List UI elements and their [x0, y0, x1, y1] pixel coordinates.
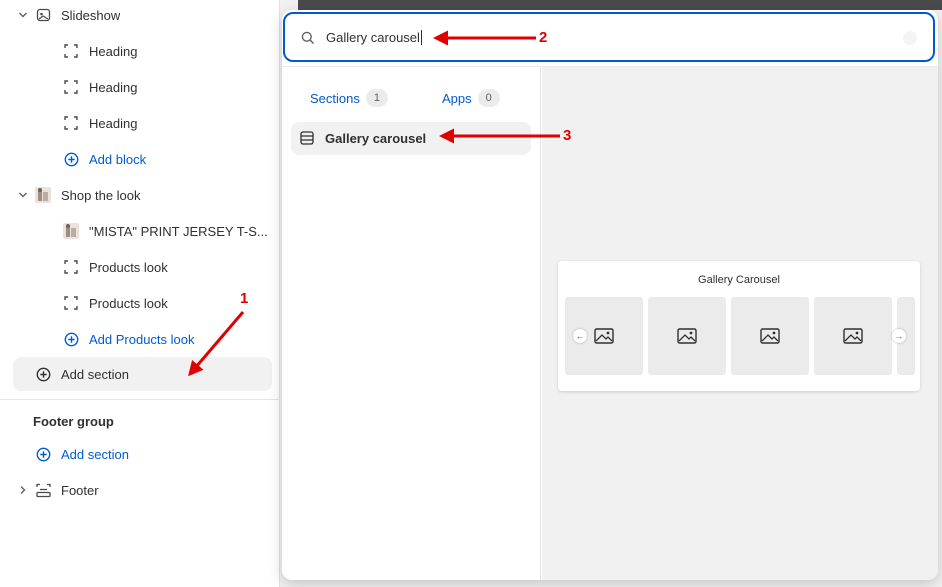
carousel-prev-icon: ←	[573, 329, 587, 343]
carousel-slide	[648, 297, 726, 375]
tab-apps[interactable]: Apps 0	[442, 89, 500, 107]
sidebar-item-label: Products look	[89, 295, 168, 311]
image-thumbnail	[63, 223, 79, 239]
count-badge: 1	[365, 89, 388, 107]
image-placeholder-icon	[677, 328, 697, 344]
image-placeholder-icon	[843, 328, 863, 344]
carousel-next-icon: →	[892, 329, 906, 343]
preview-frame-top	[298, 0, 942, 10]
sidebar-item-label: Footer	[61, 482, 99, 498]
sidebar-item-slideshow[interactable]: Slideshow	[0, 0, 280, 33]
footer-layout-icon	[35, 482, 51, 498]
add-products-look-button[interactable]: Add Products look	[0, 321, 280, 357]
sidebar-item-heading[interactable]: Heading	[0, 69, 280, 105]
count-badge: 0	[477, 89, 500, 107]
sidebar-item-footer[interactable]: Footer	[0, 472, 280, 508]
sidebar-item-products-look[interactable]: Products look	[0, 285, 280, 321]
carousel-slide	[731, 297, 809, 375]
add-block-button[interactable]: Add block	[0, 141, 280, 177]
section-preview: Gallery Carousel ← →	[542, 66, 938, 580]
sidebar-item-products-look[interactable]: Products look	[0, 249, 280, 285]
clear-search-icon[interactable]	[903, 31, 917, 45]
plus-circle-icon	[35, 366, 51, 382]
sidebar-item-label: Heading	[89, 43, 138, 59]
sidebar-item-label: "MISTA" PRINT JERSEY T-S...	[89, 223, 268, 239]
sidebar-item-label: Slideshow	[61, 7, 121, 23]
add-section-button[interactable]: Add section	[13, 357, 272, 391]
sidebar-item-shop-the-look[interactable]: Shop the look	[0, 177, 280, 213]
image-placeholder-icon	[594, 328, 614, 344]
sidebar-item-heading[interactable]: Heading	[0, 33, 280, 69]
search-input[interactable]: Gallery carousel	[326, 30, 422, 45]
image-placeholder-icon	[760, 328, 780, 344]
block-icon	[63, 295, 79, 311]
add-section-popover: Gallery carousel Sections 1 Apps 0 Galle…	[282, 10, 938, 580]
plus-circle-icon	[63, 151, 79, 167]
carousel-slide	[814, 297, 892, 375]
chevron-down-icon[interactable]	[16, 8, 30, 22]
result-item-gallery-carousel[interactable]: Gallery carousel	[291, 122, 531, 155]
sidebar-item-heading[interactable]: Heading	[0, 105, 280, 141]
chevron-right-icon[interactable]	[16, 483, 30, 497]
add-products-look-label: Add Products look	[89, 331, 195, 347]
search-field[interactable]: Gallery carousel	[283, 12, 935, 62]
plus-circle-icon	[35, 446, 51, 462]
footer-add-section-button[interactable]: Add section	[0, 436, 280, 472]
block-icon	[63, 79, 79, 95]
search-value: Gallery carousel	[326, 30, 420, 45]
add-block-label: Add block	[89, 151, 147, 167]
sidebar-item-label: Heading	[89, 79, 138, 95]
annotation-number-2: 2	[539, 29, 548, 46]
preview-title: Gallery Carousel	[698, 274, 780, 286]
result-label: Gallery carousel	[325, 131, 427, 146]
preview-card: Gallery Carousel ← →	[558, 261, 920, 391]
results-panel: Sections 1 Apps 0 Gallery carousel	[282, 66, 541, 580]
plus-circle-icon	[63, 331, 79, 347]
sidebar-item-label: Products look	[89, 259, 168, 275]
chevron-down-icon[interactable]	[16, 188, 30, 202]
block-icon	[63, 259, 79, 275]
footer-group-title: Footer group	[33, 414, 114, 429]
sidebar-item-label: Heading	[89, 115, 138, 131]
sidebar: Slideshow Heading Heading Heading Add bl…	[0, 0, 280, 587]
tab-sections[interactable]: Sections 1	[310, 89, 388, 107]
text-caret	[420, 30, 422, 45]
block-icon	[63, 43, 79, 59]
slideshow-icon	[35, 7, 51, 23]
annotation-number-1: 1	[240, 290, 249, 307]
block-icon	[63, 115, 79, 131]
footer-add-section-label: Add section	[61, 446, 129, 462]
sidebar-item-product[interactable]: "MISTA" PRINT JERSEY T-S...	[0, 213, 280, 249]
section-list-icon	[300, 131, 314, 145]
tab-label: Sections	[310, 90, 360, 106]
search-icon	[301, 31, 315, 45]
add-section-label: Add section	[61, 366, 129, 382]
divider	[0, 399, 280, 400]
image-thumbnail	[35, 187, 51, 203]
tab-label: Apps	[442, 90, 472, 106]
sidebar-item-label: Shop the look	[61, 187, 141, 203]
annotation-number-3: 3	[563, 127, 572, 144]
